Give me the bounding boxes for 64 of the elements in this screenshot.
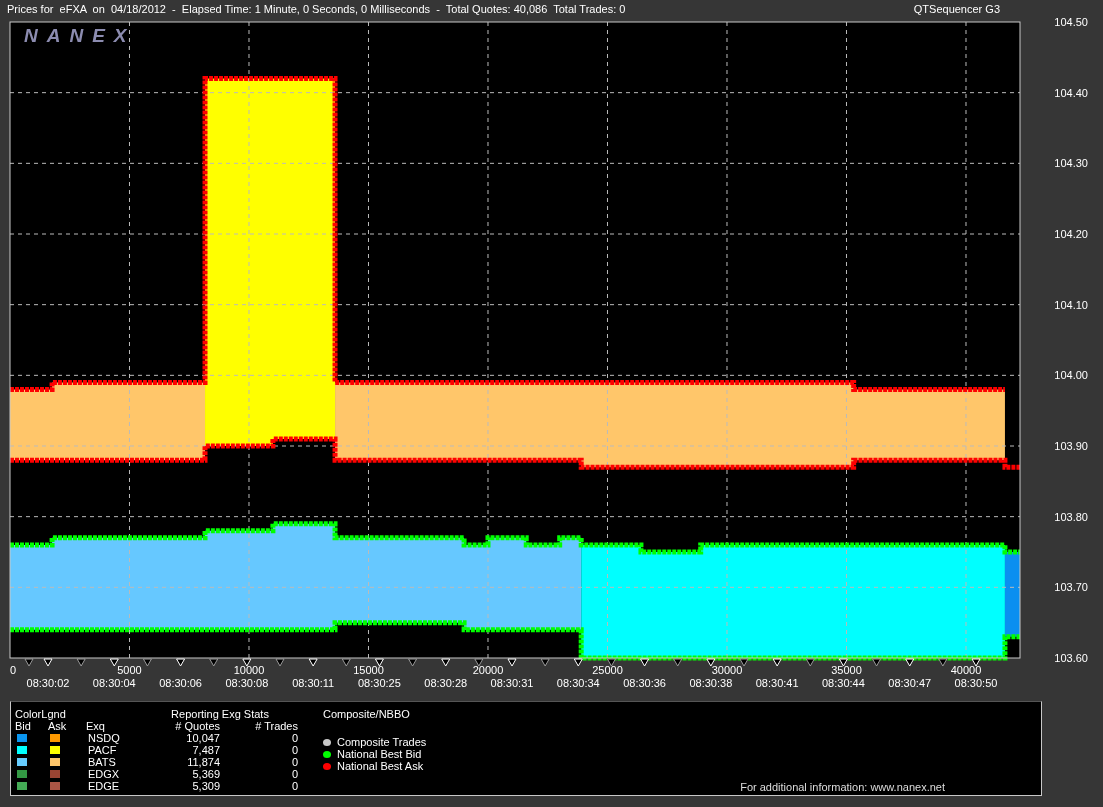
- time-label: 08:30:34: [556, 677, 600, 689]
- exchange-name: EDGX: [87, 768, 121, 780]
- column-header: Bid: [15, 720, 32, 732]
- chart-title: Prices for eFXA on 04/18/2012 - Elapsed Time: 1 Minute, 0 Seconds, 0 Milliseconds - Total Quotes: 40,086 Total Trades: 0: [7, 3, 626, 16]
- y-axis-label: 104.40: [1054, 86, 1088, 99]
- time-label: 08:30:44: [822, 677, 865, 689]
- x-axis-label: 20000: [472, 664, 504, 676]
- time-label: 08:30:41: [755, 677, 799, 689]
- x-axis-label: 35000: [831, 664, 862, 676]
- quote-count: 5,369: [191, 768, 220, 780]
- time-label: 08:30:02: [26, 677, 70, 689]
- time-label: 08:30:11: [292, 677, 335, 689]
- quote-count: 5,309: [191, 780, 220, 792]
- exchange-name: NSDQ: [87, 732, 121, 744]
- x-axis-label: 15000: [353, 664, 384, 676]
- x-axis-label: 5000: [117, 664, 142, 676]
- time-label: 08:30:04: [92, 677, 136, 689]
- time-label: 08:30:06: [159, 677, 202, 689]
- legend-label: National Best Bid: [337, 748, 422, 760]
- exchange-name: PACF: [87, 744, 118, 756]
- y-axis-label: 103.70: [1054, 581, 1088, 594]
- trade-count: 0: [290, 744, 298, 756]
- legend-title: Reporting Exg Stats: [171, 708, 269, 720]
- legend-label: Composite Trades: [337, 736, 427, 748]
- product-name: QTSequencer G3: [913, 3, 1000, 16]
- time-label: 08:30:28: [424, 677, 468, 689]
- legend-label: National Best Ask: [337, 760, 424, 772]
- time-label: 08:30:47: [888, 677, 932, 689]
- nanex-logo: NANEX: [24, 25, 136, 46]
- trade-count: 0: [290, 732, 298, 744]
- y-axis-label: 104.20: [1054, 228, 1088, 240]
- column-header: Exq: [86, 720, 106, 732]
- y-axis-label: 103.60: [1054, 652, 1088, 664]
- column-header: Ask: [48, 720, 68, 732]
- legend-title: Composite/NBBO: [323, 708, 411, 720]
- quote-count: 7,487: [191, 744, 220, 756]
- time-label: 08:30:50: [954, 677, 998, 689]
- y-axis-label: 103.80: [1054, 510, 1088, 523]
- x-axis-label: 10000: [233, 664, 265, 676]
- trade-count: 0: [290, 756, 298, 768]
- exchange-name: EDGE: [87, 780, 121, 792]
- time-label: 08:30:08: [225, 677, 269, 689]
- time-label: 08:30:25: [358, 677, 401, 689]
- column-header: # Trades: [254, 720, 298, 732]
- y-axis-label: 104.30: [1054, 157, 1088, 170]
- y-axis-label: 104.00: [1054, 369, 1088, 382]
- y-axis-label: 104.50: [1054, 16, 1088, 28]
- x-axis-label: 0: [10, 664, 17, 676]
- info-link-text: For additional information: www.nanex.net: [740, 781, 945, 793]
- x-axis-label: 30000: [711, 664, 743, 676]
- x-axis-label: 40000: [950, 664, 982, 676]
- y-axis-label: 103.90: [1054, 440, 1088, 452]
- time-label: 08:30:31: [490, 677, 534, 689]
- quote-count: 11,874: [186, 756, 220, 768]
- legend-title: ColorLgnd: [15, 708, 67, 720]
- trade-count: 0: [290, 780, 298, 792]
- quote-count: 10,047: [185, 732, 220, 744]
- exchange-name: BATS: [87, 756, 117, 768]
- time-label: 08:30:38: [689, 677, 733, 689]
- x-axis-label: 25000: [592, 664, 623, 676]
- time-label: 08:30:36: [623, 677, 666, 689]
- y-axis-label: 104.10: [1054, 298, 1088, 311]
- trade-count: 0: [290, 768, 298, 780]
- column-header: # Quotes: [174, 720, 220, 732]
